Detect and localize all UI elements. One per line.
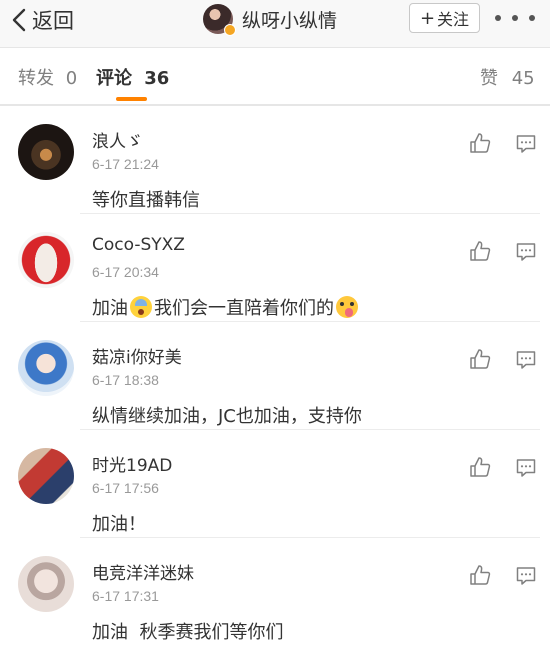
timestamp: 6-17 21:24 (92, 156, 159, 172)
avatar[interactable] (18, 340, 74, 396)
top-nav-bar: 返回 纵呀小纵情 + 关注 (0, 0, 550, 48)
more-options-button[interactable] (495, 6, 535, 30)
tab-count: 45 (511, 68, 535, 89)
comment-icon[interactable] (516, 566, 536, 586)
avatar[interactable] (203, 4, 236, 36)
comment-item: 浪人ゞ 6-17 21:24 等你直播韩信 (0, 106, 550, 214)
comment-text: 加油！ (92, 514, 146, 535)
tab-label: 赞 (480, 68, 498, 89)
follow-button[interactable]: + 关注 (409, 3, 480, 33)
fearful-face-emoji-icon (130, 296, 152, 318)
comment-text: 加油 秋季赛我们等你们 (92, 622, 284, 643)
comment-text: 加油 我们会一直陪着你们的 (92, 294, 360, 320)
comment-icon[interactable] (516, 458, 536, 478)
tab-count: 36 (144, 68, 170, 89)
comment-text: 等你直播韩信 (92, 190, 200, 211)
tab-count: 0 (65, 68, 78, 89)
comment-item: 菇凉i你好美 6-17 18:38 纵情继续加油，JC也加油，支持你 (0, 322, 550, 430)
tongue-face-emoji-icon (336, 296, 358, 318)
page-title: 纵呀小纵情 (242, 9, 338, 32)
thumbs-up-icon[interactable] (469, 132, 491, 154)
back-label: 返回 (32, 9, 74, 33)
chevron-left-icon (12, 8, 26, 32)
thumbs-up-icon[interactable] (469, 348, 491, 370)
tab-label: 评论 (96, 68, 132, 89)
comment-list: 浪人ゞ 6-17 21:24 等你直播韩信 Coco-SYXZ 6-17 20:… (0, 106, 550, 644)
profile-header[interactable]: 纵呀小纵情 (203, 2, 337, 36)
comment-icon[interactable] (516, 350, 536, 370)
timestamp: 6-17 17:56 (92, 480, 159, 496)
comment-icon[interactable] (516, 134, 536, 154)
avatar[interactable] (18, 124, 74, 180)
timestamp: 6-17 18:38 (92, 372, 159, 388)
tab-likes[interactable]: 赞 45 (480, 64, 535, 90)
dot-icon (512, 15, 518, 21)
comment-item: 时光19AD 6-17 17:56 加油！ (0, 430, 550, 538)
active-tab-indicator (116, 97, 147, 101)
username[interactable]: 浪人ゞ (92, 127, 143, 152)
comment-text-part: 加油 (92, 298, 128, 319)
timestamp: 6-17 17:31 (92, 588, 159, 604)
comment-icon[interactable] (516, 242, 536, 262)
tab-label: 转发 (18, 68, 54, 89)
verified-badge-icon (224, 24, 236, 36)
follow-label: 关注 (437, 10, 470, 29)
comment-text-part: 我们会一直陪着你们的 (154, 298, 334, 319)
username[interactable]: 电竞洋洋迷妹 (92, 559, 194, 584)
tab-comments[interactable]: 评论 36 (96, 64, 169, 90)
comment-text: 纵情继续加油，JC也加油，支持你 (92, 406, 362, 427)
back-button[interactable]: 返回 (10, 6, 74, 34)
thumbs-up-icon[interactable] (469, 240, 491, 262)
plus-icon: + (419, 7, 436, 29)
timestamp: 6-17 20:34 (92, 264, 159, 280)
avatar[interactable] (18, 448, 74, 504)
thumbs-up-icon[interactable] (469, 456, 491, 478)
dot-icon (529, 15, 535, 21)
username[interactable]: Coco-SYXZ (92, 235, 185, 255)
username[interactable]: 菇凉i你好美 (92, 343, 182, 368)
tab-reposts[interactable]: 转发 0 (18, 64, 77, 90)
avatar[interactable] (18, 232, 74, 288)
comment-item: 电竞洋洋迷妹 6-17 17:31 加油 秋季赛我们等你们 (0, 538, 550, 646)
username[interactable]: 时光19AD (92, 451, 172, 476)
tab-bar: 转发 0 评论 36 赞 45 (0, 48, 550, 104)
dot-icon (495, 15, 501, 21)
thumbs-up-icon[interactable] (469, 564, 491, 586)
avatar[interactable] (18, 556, 74, 612)
comment-item: Coco-SYXZ 6-17 20:34 加油 我们会一直陪着你们的 (0, 214, 550, 322)
